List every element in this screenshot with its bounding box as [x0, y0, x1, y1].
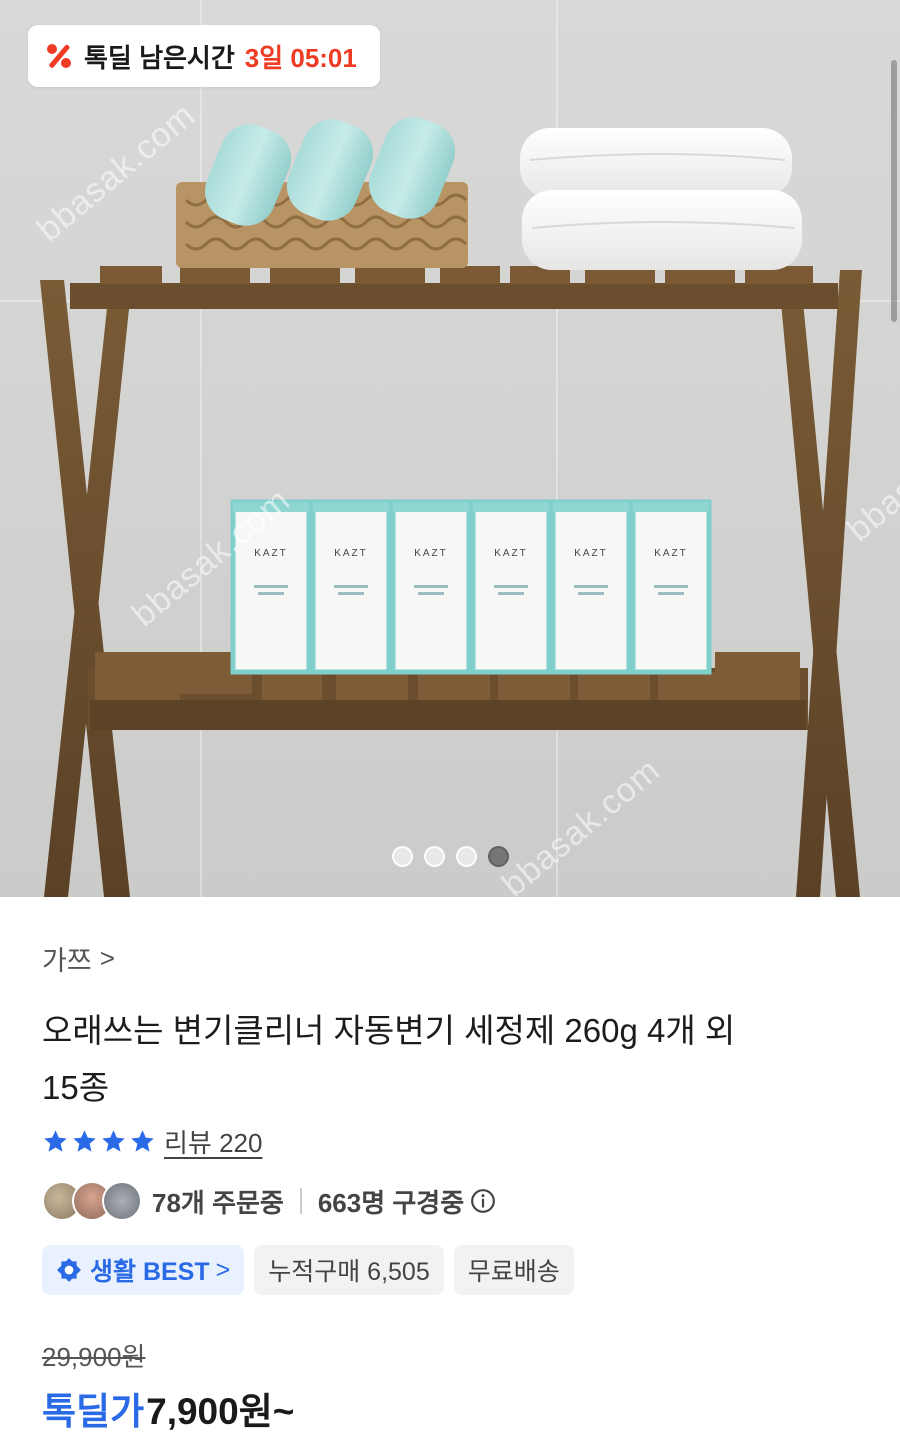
gallery-pagination[interactable] — [392, 846, 509, 867]
gallery-dot[interactable] — [456, 846, 477, 867]
product-title: 오래쓰는 변기클리너 자동변기 세정제 260g 4개 외 15종 — [42, 1002, 842, 1116]
free-shipping-chip: 무료배송 — [453, 1245, 574, 1295]
best-chip-label: 생활 BEST — [90, 1258, 210, 1286]
brand-name: 가쯔 — [42, 946, 92, 976]
product-image-gallery[interactable]: KAZT KAZT KAZT KAZT KAZT KAZT bbasak.com… — [0, 0, 900, 897]
buyer-avatars — [42, 1181, 142, 1221]
box-brand-label: KAZT — [494, 548, 528, 559]
product-title-line: 15종 — [42, 1069, 110, 1106]
badge-chips: 생활 BEST > 누적구매 6,505 무료배송 — [42, 1245, 574, 1295]
gallery-dot[interactable] — [392, 846, 413, 867]
box-brand-label: KAZT — [574, 548, 608, 559]
box-brand-label: KAZT — [414, 548, 448, 559]
chevron-right-icon: > — [99, 943, 115, 973]
timer-label: 톡딜 남은시간 — [84, 42, 235, 73]
review-count-link[interactable]: 리뷰 220 — [164, 1123, 262, 1160]
badge-icon — [57, 1258, 81, 1282]
percent-tag-icon — [42, 39, 76, 73]
gallery-dot-active[interactable] — [488, 846, 509, 867]
info-icon[interactable] — [470, 1188, 496, 1214]
order-status-row: 78개 주문중 663명 구경중 — [42, 1181, 496, 1221]
star-icon — [44, 1130, 67, 1152]
scrollbar[interactable] — [891, 60, 897, 322]
star-icon — [131, 1130, 154, 1152]
cumulative-purchase-chip: 누적구매 6,505 — [254, 1245, 444, 1295]
box-brand-label: KAZT — [334, 548, 368, 559]
product-info: 가쯔 > 오래쓰는 변기클리너 자동변기 세정제 260g 4개 외 15종 리… — [0, 897, 900, 1445]
deal-price: 7,900원~ — [146, 1391, 295, 1432]
category-best-chip[interactable]: 생활 BEST > — [42, 1245, 245, 1295]
avatar — [102, 1181, 142, 1221]
brand-link[interactable]: 가쯔 > — [42, 939, 115, 978]
box-brand-label: KAZT — [254, 548, 288, 559]
chevron-right-icon: > — [215, 1255, 231, 1284]
star-icon — [102, 1130, 125, 1152]
divider — [299, 1188, 302, 1214]
deal-price-row: 톡딜가 7,900원~ — [42, 1381, 294, 1435]
product-title-line: 오래쓰는 변기클리너 자동변기 세정제 260g 4개 외 — [42, 1012, 736, 1049]
viewers-count: 663명 구경중 — [317, 1187, 465, 1218]
orders-count: 78개 주문중 — [152, 1187, 284, 1218]
timer-countdown: 3일 05:01 — [244, 42, 357, 73]
deal-timer-badge: 톡딜 남은시간 3일 05:01 — [28, 25, 380, 87]
deal-label: 톡딜가 — [42, 1391, 145, 1432]
star-icon — [73, 1130, 96, 1152]
star-rating — [42, 1128, 156, 1155]
rating-row[interactable]: 리뷰 220 — [42, 1123, 262, 1160]
box-brand-label: KAZT — [654, 548, 688, 559]
gallery-dot[interactable] — [424, 846, 445, 867]
original-price: 29,900원 — [42, 1342, 146, 1372]
